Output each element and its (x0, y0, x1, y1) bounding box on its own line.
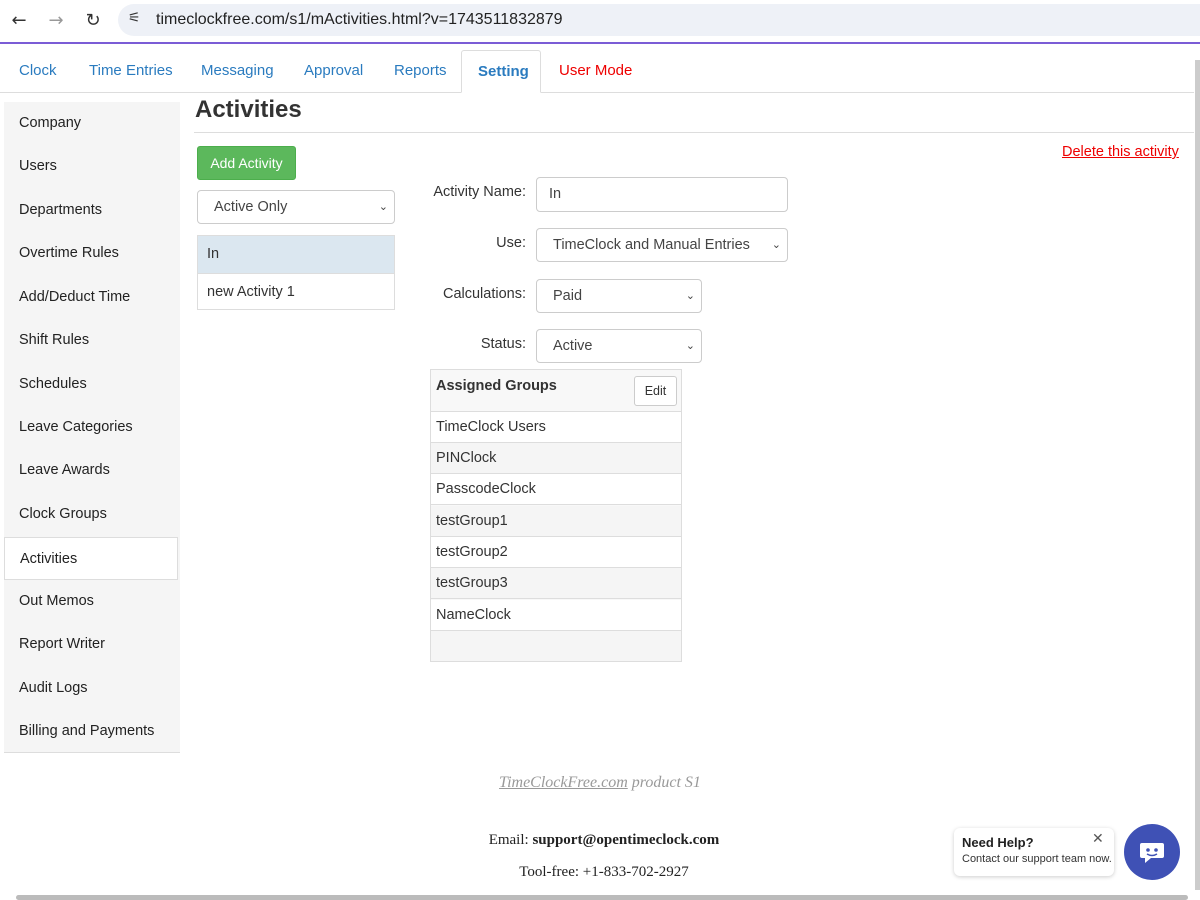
forward-icon[interactable]: → (43, 8, 69, 34)
sidebar-item-leave-categories[interactable]: Leave Categories (4, 406, 180, 449)
activity-name-input[interactable]: In (536, 177, 788, 212)
sidebar-item-report-writer[interactable]: Report Writer (4, 623, 180, 666)
calculations-label: Calculations: (442, 286, 526, 302)
product-link[interactable]: TimeClockFree.com (499, 774, 628, 791)
list-item[interactable]: In (198, 236, 394, 273)
table-row (431, 631, 681, 661)
sidebar-item-shift-rules[interactable]: Shift Rules (4, 319, 180, 362)
status-label: Status: (480, 336, 526, 352)
sidebar-item-users[interactable]: Users (4, 145, 180, 188)
chevron-down-icon: ⌄ (378, 200, 388, 213)
calculations-select[interactable]: Paid ⌄ (536, 279, 702, 313)
title-divider (194, 132, 1194, 133)
table-row: PINClock (431, 443, 681, 474)
table-row: testGroup2 (431, 537, 681, 568)
address-bar[interactable]: ⚟ timeclockfree.com/s1/mActivities.html?… (118, 4, 1200, 36)
url-text[interactable]: timeclockfree.com/s1/mActivities.html?v=… (156, 11, 563, 29)
activity-name-label: Activity Name: (433, 184, 526, 200)
add-activity-button[interactable]: Add Activity (197, 146, 296, 180)
sidebar-item-clock-groups[interactable]: Clock Groups (4, 493, 180, 536)
help-title: Need Help? (962, 835, 1034, 850)
status-select[interactable]: Active ⌄ (536, 329, 702, 363)
reload-icon[interactable]: ↻ (80, 8, 106, 34)
close-icon[interactable]: ✕ (1092, 831, 1104, 847)
list-item[interactable]: new Activity 1 (198, 273, 394, 310)
chat-bubble-icon (1140, 843, 1164, 863)
tab-user-mode[interactable]: User Mode (543, 50, 648, 93)
footer-product: TimeClockFree.com product S1 (0, 774, 1200, 792)
sidebar-item-add-deduct-time[interactable]: Add/Deduct Time (4, 276, 180, 319)
chat-support-button[interactable] (1124, 824, 1180, 880)
sidebar-item-overtime-rules[interactable]: Overtime Rules (4, 232, 180, 275)
assigned-groups-table: Assigned Groups Edit TimeClock Users PIN… (430, 369, 682, 662)
calculations-select-value: Paid (553, 288, 583, 304)
assigned-groups-title: Assigned Groups (436, 378, 557, 394)
activity-filter-select[interactable]: Active Only ⌄ (197, 190, 395, 224)
sidebar-item-audit-logs[interactable]: Audit Logs (4, 667, 180, 710)
sidebar-item-schedules[interactable]: Schedules (4, 363, 180, 406)
help-subtitle: Contact our support team now. (962, 853, 1112, 865)
sidebar-item-leave-awards[interactable]: Leave Awards (4, 449, 180, 492)
tab-messaging[interactable]: Messaging (185, 50, 290, 93)
table-row: TimeClock Users (431, 412, 681, 443)
chevron-down-icon: ⌄ (685, 339, 695, 352)
tab-reports[interactable]: Reports (378, 50, 463, 93)
email-label: Email: (488, 832, 533, 848)
table-row: PasscodeClock (431, 474, 681, 505)
table-row: NameClock (431, 600, 681, 631)
chevron-down-icon: ⌄ (685, 289, 695, 302)
vertical-scrollbar[interactable] (1195, 60, 1200, 890)
back-icon[interactable]: ← (6, 8, 32, 34)
main-tabs: Clock Time Entries Messaging Approval Re… (0, 50, 1194, 93)
assigned-groups-header: Assigned Groups Edit (431, 370, 681, 412)
delete-activity-link[interactable]: Delete this activity (1062, 144, 1179, 160)
table-row: testGroup1 (431, 506, 681, 537)
horizontal-scrollbar[interactable] (16, 895, 1188, 900)
chevron-down-icon: ⌄ (771, 238, 781, 251)
edit-groups-button[interactable]: Edit (634, 376, 677, 406)
use-label: Use: (496, 235, 526, 251)
sidebar-item-company[interactable]: Company (4, 102, 180, 145)
use-select-value: TimeClock and Manual Entries (553, 237, 750, 253)
activity-filter-value: Active Only (214, 199, 288, 215)
product-suffix: product S1 (627, 774, 701, 791)
sidebar-item-activities[interactable]: Activities (4, 537, 178, 580)
page-title: Activities (195, 96, 302, 123)
browser-toolbar: ← → ↻ ⚟ timeclockfree.com/s1/mActivities… (0, 0, 1200, 44)
table-row: testGroup3 (431, 568, 681, 599)
sidebar-item-billing-and-payments[interactable]: Billing and Payments (4, 710, 180, 753)
sidebar-item-departments[interactable]: Departments (4, 189, 180, 232)
use-select[interactable]: TimeClock and Manual Entries ⌄ (536, 228, 788, 262)
email-value: support@opentimeclock.com (532, 832, 720, 848)
help-bubble[interactable]: Need Help? Contact our support team now.… (954, 828, 1114, 876)
tab-setting[interactable]: Setting (461, 50, 541, 93)
settings-sidebar: Company Users Departments Overtime Rules… (4, 102, 180, 753)
sidebar-item-out-memos[interactable]: Out Memos (4, 580, 180, 623)
status-select-value: Active (553, 338, 593, 354)
tab-approval[interactable]: Approval (288, 50, 379, 93)
activity-list: In new Activity 1 (197, 235, 395, 310)
tab-time-entries[interactable]: Time Entries (73, 50, 189, 93)
site-info-icon[interactable]: ⚟ (128, 10, 141, 26)
tab-clock[interactable]: Clock (3, 50, 73, 93)
